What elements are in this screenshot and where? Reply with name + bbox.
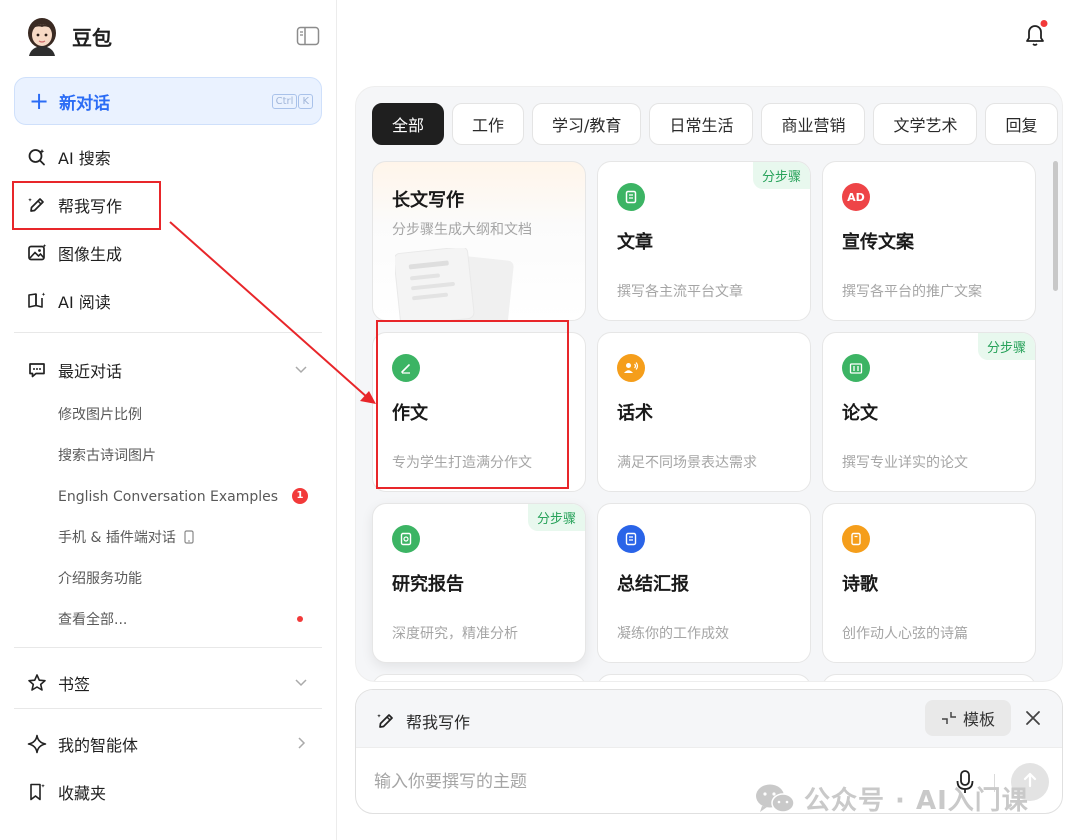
annotation-arrow [169, 221, 376, 404]
